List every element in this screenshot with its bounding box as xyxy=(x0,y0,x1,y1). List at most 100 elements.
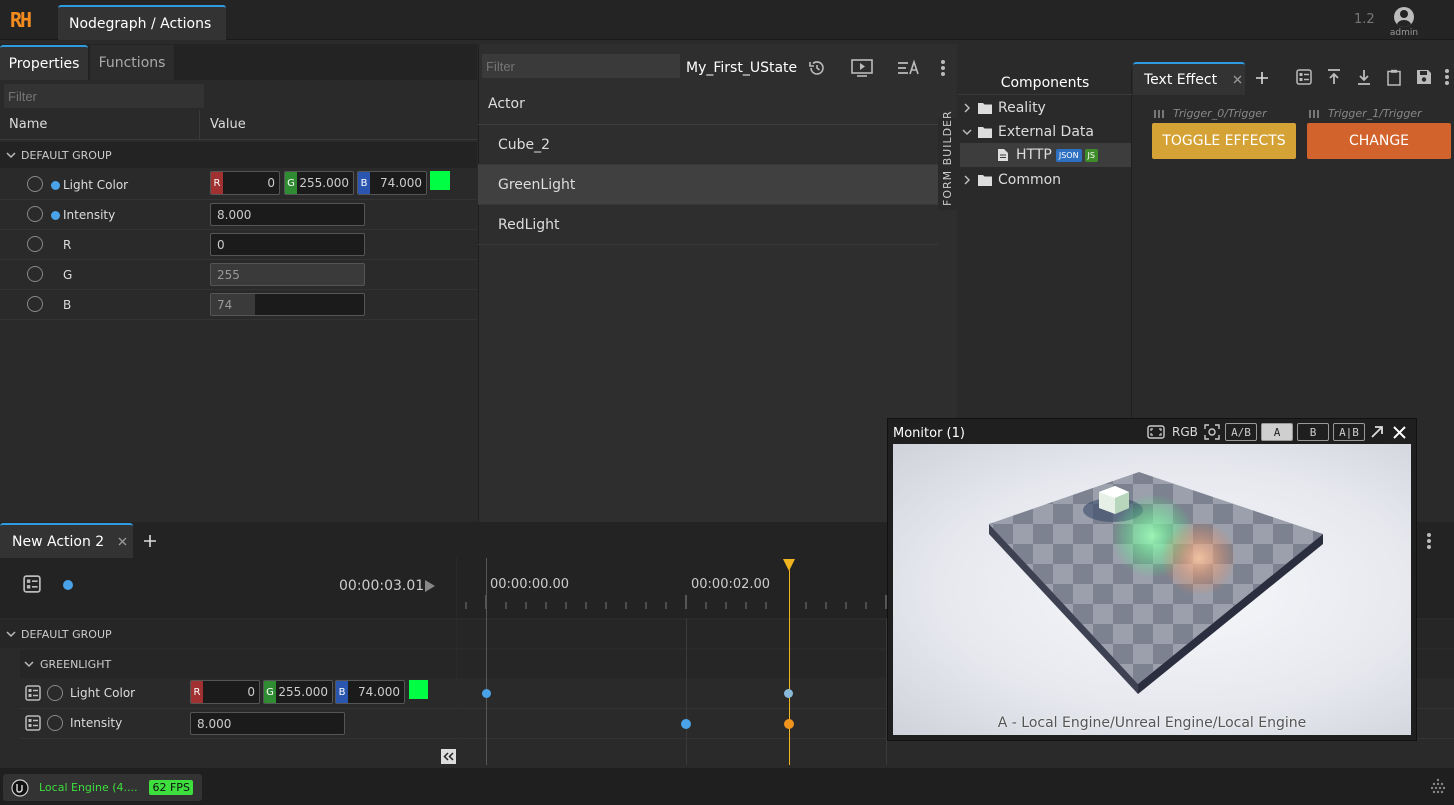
engine-status-chip[interactable]: Local Engine (4.... 62 FPS xyxy=(3,774,202,801)
g-channel-field[interactable]: G 255.000 xyxy=(263,680,333,704)
trigger-1-label: Trigger_1/Trigger xyxy=(1328,107,1422,120)
keyframe[interactable] xyxy=(681,719,691,729)
close-icon[interactable] xyxy=(118,537,127,546)
property-label: Light Color xyxy=(63,178,129,192)
tab-properties[interactable]: Properties xyxy=(0,45,88,80)
record-dot[interactable] xyxy=(63,580,73,590)
color-swatch[interactable] xyxy=(430,171,450,190)
rgb-button[interactable]: RGB xyxy=(1172,425,1198,439)
b-channel-field[interactable]: B 74.000 xyxy=(357,171,427,195)
monitor-viewport[interactable] xyxy=(893,444,1411,735)
user-menu[interactable]: admin xyxy=(1388,7,1420,39)
tab-text-effect[interactable]: Text Effect xyxy=(1133,62,1245,95)
timeline-more-button[interactable] xyxy=(1422,530,1436,552)
drag-handle-icon xyxy=(1154,109,1164,118)
change-button[interactable]: CHANGE xyxy=(1307,123,1451,159)
g-tag: G xyxy=(285,172,297,194)
keyframe[interactable] xyxy=(482,689,491,698)
components-title-divider xyxy=(958,94,1132,95)
track-toggle[interactable] xyxy=(47,715,63,731)
add-tab-button[interactable] xyxy=(1252,68,1272,88)
upload-button[interactable] xyxy=(1323,66,1345,88)
timeline-greenlight-group[interactable]: GREENLIGHT xyxy=(20,650,456,678)
b-slider-input[interactable]: 74 xyxy=(210,293,365,316)
tree-item-http[interactable]: HTTP JSON JS xyxy=(960,143,1131,167)
expose-toggle[interactable] xyxy=(27,176,43,192)
r-input[interactable]: 0 xyxy=(210,233,365,256)
aib-split-button[interactable]: A|B xyxy=(1333,423,1365,441)
chevron-right-icon xyxy=(964,175,971,185)
more-menu-button[interactable] xyxy=(1440,66,1454,88)
track-menu-button[interactable] xyxy=(24,684,42,702)
layout-button[interactable] xyxy=(1293,66,1315,88)
popout-button[interactable] xyxy=(1368,423,1386,441)
actor-column-header: Actor xyxy=(488,96,525,112)
a-view-button[interactable]: A xyxy=(1261,423,1293,441)
expose-toggle[interactable] xyxy=(27,296,43,312)
collapse-panel-button[interactable] xyxy=(441,749,456,764)
app-logo[interactable]: RH xyxy=(10,8,32,32)
color-swatch[interactable] xyxy=(409,680,428,699)
actor-panel xyxy=(478,44,957,522)
keyframe[interactable] xyxy=(784,689,793,698)
text-format-button[interactable] xyxy=(895,56,923,80)
intensity-input[interactable]: 8.000 xyxy=(210,203,365,226)
play-button[interactable] xyxy=(420,576,440,596)
tab-nodegraph-actions[interactable]: Nodegraph / Actions xyxy=(58,5,226,40)
expose-toggle[interactable] xyxy=(27,236,43,252)
value-column-header: Value xyxy=(210,117,246,132)
chevron-right-icon xyxy=(964,103,971,113)
download-button[interactable] xyxy=(1353,66,1375,88)
preview-button[interactable] xyxy=(848,56,876,80)
toggle-effects-button[interactable]: TOGGLE EFFECTS xyxy=(1152,123,1296,159)
fit-screen-button[interactable] xyxy=(1146,423,1166,441)
form-builder-tab[interactable]: FORM BUILDER xyxy=(938,110,958,210)
close-icon[interactable] xyxy=(1233,75,1242,84)
intensity-input[interactable]: 8.000 xyxy=(190,712,345,735)
track-toggle[interactable] xyxy=(47,685,63,701)
name-column-header: Name xyxy=(9,117,48,132)
b-channel-field[interactable]: B 74.000 xyxy=(335,680,405,704)
track-list-button[interactable] xyxy=(22,574,42,594)
add-action-button[interactable] xyxy=(140,531,160,551)
track-menu-button[interactable] xyxy=(24,714,42,732)
ustate-name[interactable]: My_First_UState xyxy=(686,60,797,76)
actor-item-redlight[interactable]: RedLight xyxy=(478,205,938,245)
tab-functions[interactable]: Functions xyxy=(90,45,174,80)
r-tag: R xyxy=(211,172,223,194)
tree-item-external-data[interactable]: External Data xyxy=(962,121,1132,143)
r-channel-field[interactable]: R 0 xyxy=(190,680,260,704)
ab-compare-button[interactable]: A/B xyxy=(1225,423,1257,441)
r-channel-field[interactable]: R 0 xyxy=(210,171,280,195)
g-slider-input[interactable]: 255 xyxy=(210,263,365,286)
keyframe-selected[interactable] xyxy=(784,719,794,729)
actor-item-cube-2[interactable]: Cube_2 xyxy=(478,125,938,165)
default-group-header[interactable]: DEFAULT GROUP xyxy=(0,142,477,168)
save-button[interactable] xyxy=(1413,66,1435,88)
grip-handle[interactable] xyxy=(1428,776,1448,796)
tree-item-reality[interactable]: Reality xyxy=(962,97,1132,119)
timeline-default-group[interactable]: DEFAULT GROUP xyxy=(0,620,456,648)
actor-item-greenlight[interactable]: GreenLight xyxy=(478,165,938,205)
more-vertical-icon xyxy=(1427,533,1431,549)
actor-filter-input[interactable] xyxy=(482,54,680,78)
properties-filter-input[interactable] xyxy=(4,84,204,108)
monitor-close-button[interactable] xyxy=(1390,423,1408,441)
tab-new-action-2[interactable]: New Action 2 xyxy=(0,523,133,558)
screen-play-icon xyxy=(851,59,873,77)
g-channel-field[interactable]: G 255.000 xyxy=(284,171,354,195)
property-label: G xyxy=(63,268,73,282)
engine-name: Local Engine (4.... xyxy=(39,781,138,794)
history-button[interactable] xyxy=(804,56,830,80)
group-label: DEFAULT GROUP xyxy=(21,627,112,641)
clipboard-button[interactable] xyxy=(1383,66,1405,88)
more-menu-button[interactable] xyxy=(934,56,952,80)
tree-item-common[interactable]: Common xyxy=(962,169,1132,191)
monitor-title[interactable]: Monitor (1) xyxy=(893,426,965,441)
r-value: 0 xyxy=(267,176,275,190)
b-view-button[interactable]: B xyxy=(1297,423,1329,441)
modified-dot xyxy=(51,211,60,220)
expose-toggle[interactable] xyxy=(27,206,43,222)
snapshot-button[interactable] xyxy=(1202,423,1222,441)
expose-toggle[interactable] xyxy=(27,266,43,282)
